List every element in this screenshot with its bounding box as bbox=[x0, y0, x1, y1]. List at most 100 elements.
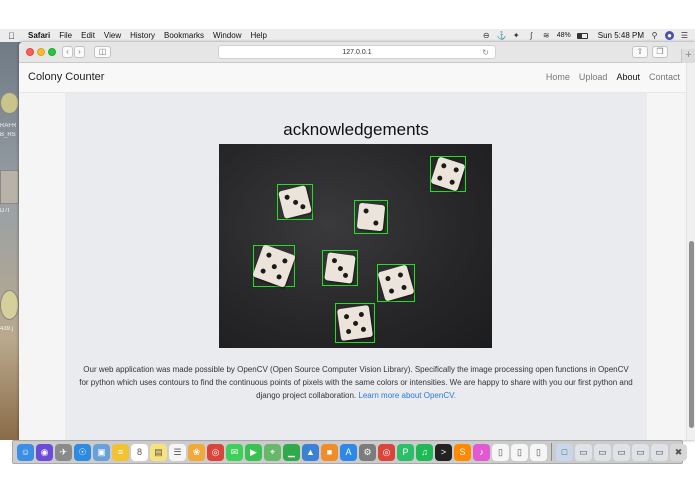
back-button[interactable]: ‹ bbox=[62, 46, 73, 58]
folder-icon[interactable]: □ bbox=[556, 443, 573, 461]
sysprefs-icon[interactable]: ⚙ bbox=[359, 443, 376, 461]
messages-icon[interactable]: ✉ bbox=[226, 443, 243, 461]
calendar-icon[interactable]: 8 bbox=[131, 443, 148, 461]
menu-history[interactable]: History bbox=[130, 31, 155, 40]
desktop-file-thumb[interactable] bbox=[0, 290, 19, 320]
nav-about[interactable]: About bbox=[616, 72, 640, 82]
notes-icon[interactable]: ≡ bbox=[112, 443, 129, 461]
die-pip bbox=[270, 262, 278, 270]
preview-icon[interactable]: ▣ bbox=[93, 443, 110, 461]
document-icon[interactable]: ▯ bbox=[530, 443, 547, 461]
nav-home[interactable]: Home bbox=[546, 72, 570, 82]
sublime-icon[interactable]: S bbox=[454, 443, 471, 461]
browser-toolbar: ‹ › ◫ 127.0.0.1 ↻ ⇧ ❐ + bbox=[19, 42, 695, 63]
safari-window: ‹ › ◫ 127.0.0.1 ↻ ⇧ ❐ + Colony Counter H… bbox=[19, 42, 695, 440]
minimize-window-button[interactable] bbox=[37, 48, 45, 56]
menu-window[interactable]: Window bbox=[213, 31, 241, 40]
url-text: 127.0.0.1 bbox=[342, 49, 372, 56]
die-pip bbox=[360, 326, 367, 333]
nav-upload[interactable]: Upload bbox=[579, 72, 608, 82]
share-button[interactable]: ⇧ bbox=[632, 46, 648, 58]
new-tab-button[interactable]: + bbox=[681, 49, 695, 63]
bluetooth-icon[interactable]: ∫ bbox=[527, 31, 536, 40]
page-scrollbar[interactable] bbox=[686, 63, 695, 440]
desktop-screen:  Safari File Edit View History Bookmark… bbox=[0, 0, 695, 494]
die-pip bbox=[283, 194, 290, 201]
maps-icon[interactable]: ⌖ bbox=[264, 443, 281, 461]
menu-app-name[interactable]: Safari bbox=[28, 31, 50, 40]
finder-icon[interactable]: ☺ bbox=[17, 443, 34, 461]
menu-edit[interactable]: Edit bbox=[81, 31, 95, 40]
menu-help[interactable]: Help bbox=[250, 31, 266, 40]
tabs-overview-button[interactable]: ❐ bbox=[652, 46, 668, 58]
address-bar[interactable]: 127.0.0.1 ↻ bbox=[218, 45, 496, 59]
site-brand[interactable]: Colony Counter bbox=[28, 71, 104, 83]
reminders-icon[interactable]: ☰ bbox=[169, 443, 186, 461]
apple-icon[interactable]:  bbox=[8, 31, 22, 41]
document-icon[interactable]: ▯ bbox=[492, 443, 509, 461]
desktop-file-thumb[interactable] bbox=[0, 170, 19, 204]
zoom-window-button[interactable] bbox=[48, 48, 56, 56]
close-window-button[interactable] bbox=[26, 48, 34, 56]
desktop-file-label[interactable]: 439.j bbox=[0, 326, 19, 336]
screenshot-icon[interactable]: ▭ bbox=[575, 443, 592, 461]
tools-icon[interactable]: ✦ bbox=[512, 31, 521, 40]
die-pip bbox=[300, 203, 307, 210]
battery-icon[interactable] bbox=[576, 32, 588, 39]
menu-bookmarks[interactable]: Bookmarks bbox=[164, 31, 204, 40]
die-pip bbox=[363, 207, 369, 214]
die-pip bbox=[352, 320, 358, 326]
die-pip bbox=[388, 288, 395, 295]
spotlight-search-icon[interactable]: ⚲ bbox=[650, 31, 659, 40]
siri-icon[interactable]: ◉ bbox=[36, 443, 53, 461]
user-avatar-icon[interactable]: ● bbox=[665, 31, 674, 40]
die-pip bbox=[265, 252, 273, 259]
nav-contact[interactable]: Contact bbox=[649, 72, 680, 82]
screenshot-icon[interactable]: ▭ bbox=[613, 443, 630, 461]
photos-icon[interactable]: ❀ bbox=[188, 443, 205, 461]
die-pip bbox=[281, 257, 288, 265]
chrome-icon[interactable]: ◎ bbox=[207, 443, 224, 461]
menu-view[interactable]: View bbox=[104, 31, 121, 40]
die-pip bbox=[373, 220, 379, 227]
screenshot-icon[interactable]: ▭ bbox=[632, 443, 649, 461]
notification-center-icon[interactable]: ☰ bbox=[680, 31, 689, 40]
trash-icon[interactable]: ✖ bbox=[670, 443, 687, 461]
numbers-icon[interactable]: ▁ bbox=[283, 443, 300, 461]
terminal-icon[interactable]: > bbox=[435, 443, 452, 461]
desktop-file-label[interactable]: D7I bbox=[0, 208, 19, 218]
reload-icon[interactable]: ↻ bbox=[482, 46, 489, 59]
die-pip bbox=[440, 163, 448, 170]
scrollbar-thumb[interactable] bbox=[689, 241, 694, 428]
screenshot-icon[interactable]: ▭ bbox=[651, 443, 668, 461]
pycharm-icon[interactable]: P bbox=[397, 443, 414, 461]
menu-file[interactable]: File bbox=[59, 31, 72, 40]
forward-button[interactable]: › bbox=[74, 46, 85, 58]
keynote-icon[interactable]: ▲ bbox=[302, 443, 319, 461]
launchpad-icon[interactable]: ✈ bbox=[55, 443, 72, 461]
ibooks-icon[interactable]: ■ bbox=[321, 443, 338, 461]
document-icon[interactable]: ▯ bbox=[511, 443, 528, 461]
die-pip bbox=[452, 166, 459, 174]
spotify-icon[interactable]: ♫ bbox=[416, 443, 433, 461]
appstore-icon[interactable]: A bbox=[340, 443, 357, 461]
facetime-icon[interactable]: ▶ bbox=[245, 443, 262, 461]
desktop-file-thumb[interactable] bbox=[0, 92, 19, 114]
die bbox=[356, 202, 386, 232]
stickies-icon[interactable]: ▤ bbox=[150, 443, 167, 461]
desktop-file-label[interactable]: B_RS bbox=[0, 132, 19, 142]
itunes-icon[interactable]: ♪ bbox=[473, 443, 490, 461]
minus-circle-icon[interactable]: ⊖ bbox=[482, 31, 491, 40]
die-pip bbox=[345, 328, 352, 335]
wifi-icon[interactable]: ≋ bbox=[542, 31, 551, 40]
safari-icon[interactable]: ☉ bbox=[74, 443, 91, 461]
screenshot-icon[interactable]: ▭ bbox=[594, 443, 611, 461]
die-pip bbox=[448, 178, 456, 185]
sidebar-toggle-button[interactable]: ◫ bbox=[94, 46, 111, 58]
menu-clock[interactable]: Sun 5:48 PM bbox=[598, 31, 644, 40]
chrome-icon[interactable]: ◎ bbox=[378, 443, 395, 461]
die-pip bbox=[397, 271, 404, 278]
opencv-link[interactable]: Learn more about OpenCV. bbox=[358, 391, 456, 400]
die bbox=[336, 304, 374, 342]
docker-icon[interactable]: ⚓ bbox=[497, 31, 507, 40]
